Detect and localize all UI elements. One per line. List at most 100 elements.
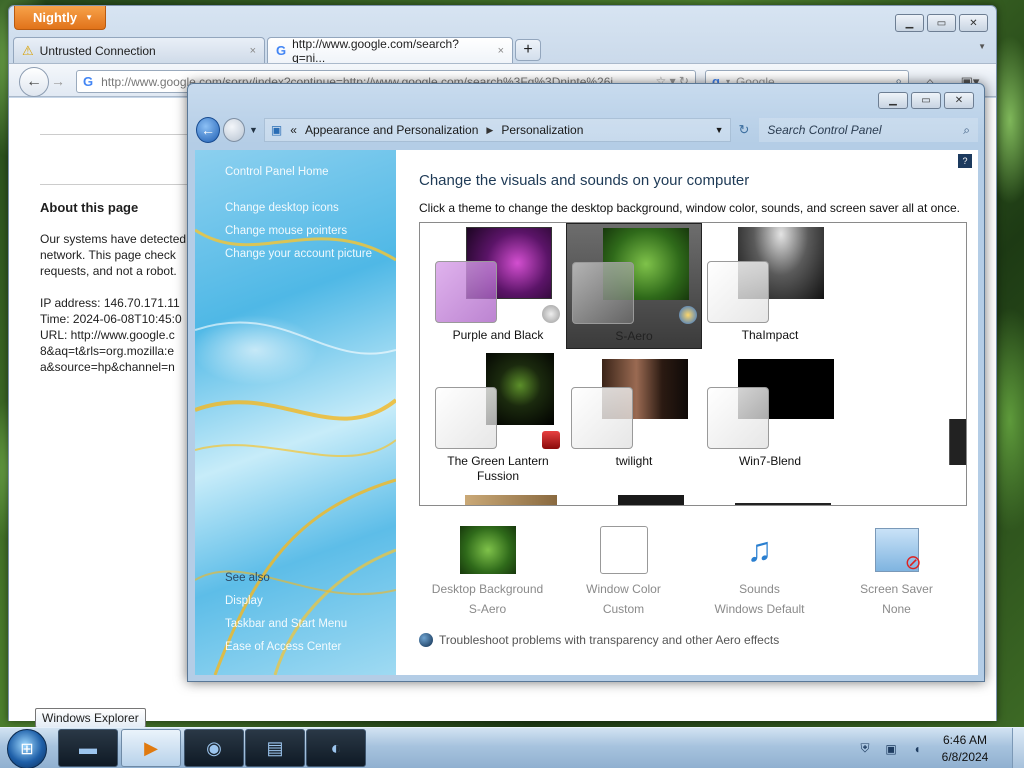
theme-label: Win7-Blend bbox=[738, 454, 802, 468]
google-icon: G bbox=[276, 43, 287, 58]
forward-arrow-icon[interactable]: → bbox=[51, 73, 65, 89]
tab-google-search[interactable]: G http://www.google.com/search?q=ni... × bbox=[267, 36, 513, 65]
control-panel-icon: ▣ bbox=[270, 123, 283, 137]
tab-strip: ⚠ Untrusted Connection × G http://www.go… bbox=[13, 36, 541, 65]
theme-glass-swatch bbox=[707, 261, 769, 323]
theme-label: Purple and Black bbox=[452, 328, 544, 342]
theme-s-aero[interactable]: S-Aero bbox=[566, 223, 702, 349]
nightly-menu-button[interactable]: Nightly ▼ bbox=[14, 6, 106, 30]
taskbar-app-terminal[interactable]: ▬ bbox=[58, 729, 118, 767]
help-icon[interactable]: ? bbox=[958, 154, 972, 168]
troubleshoot-link[interactable]: Troubleshoot problems with transparency … bbox=[419, 633, 779, 647]
back-arrow-icon[interactable]: ← bbox=[19, 67, 49, 97]
tab-untrusted-connection[interactable]: ⚠ Untrusted Connection × bbox=[13, 37, 265, 63]
theme-label: ThaImpact bbox=[741, 328, 799, 342]
theme-preview-partial bbox=[618, 495, 684, 505]
breadcrumb-separator-icon: ▶ bbox=[486, 124, 494, 135]
setting-value: Windows Default bbox=[714, 602, 805, 616]
theme-thaimpact[interactable]: ThaImpact bbox=[702, 223, 838, 349]
theme-preview-partial bbox=[735, 503, 831, 505]
tab-list-icon[interactable]: ▼ bbox=[978, 42, 986, 51]
breadcrumb-dropdown-icon[interactable]: ▼ bbox=[715, 125, 724, 135]
theme-glass-swatch bbox=[572, 262, 634, 324]
start-button[interactable]: ⊞ bbox=[7, 729, 47, 768]
see-also-heading: See also bbox=[225, 572, 270, 584]
taskbar: ⊞ ▬ ▶ ◉ ▤ ◐ ⛨ ▣ ◖ 6:46 AM 6/8/2024 bbox=[0, 727, 1024, 768]
minimize-button[interactable]: ▁ bbox=[878, 92, 908, 109]
windows-badge-icon bbox=[679, 306, 697, 324]
refresh-icon[interactable]: ↻ bbox=[739, 122, 750, 138]
sidebar-link-account-picture[interactable]: Change your account picture bbox=[225, 248, 372, 260]
search-icon[interactable]: ⌕ bbox=[963, 123, 970, 138]
control-panel-window: ▁ ▭ ✕ ← ▼ ▣ « Appearance and Personaliza… bbox=[187, 83, 985, 682]
breadcrumb-prefix[interactable]: « bbox=[290, 123, 297, 137]
system-clock[interactable]: 6:46 AM 6/8/2024 bbox=[934, 732, 996, 766]
search-control-panel-input[interactable]: Search Control Panel ⌕ bbox=[759, 118, 978, 142]
caret-down-icon: ▼ bbox=[85, 13, 93, 22]
theme-twilight[interactable]: twilight bbox=[566, 349, 702, 475]
theme-preview-partial bbox=[465, 495, 557, 505]
window-color-setting[interactable]: Window Color Custom bbox=[555, 524, 692, 616]
see-also-link-display[interactable]: Display bbox=[225, 595, 263, 607]
maximize-button[interactable]: ▭ bbox=[911, 92, 941, 109]
address-bar: ← ▼ ▣ « Appearance and Personalization ▶… bbox=[196, 114, 978, 146]
theme-win7-blend[interactable]: Win7-Blend bbox=[702, 349, 838, 475]
search-placeholder: Search Control Panel bbox=[767, 123, 882, 137]
sidebar-link-control-panel-home[interactable]: Control Panel Home bbox=[225, 166, 329, 178]
tab-title: http://www.google.com/search?q=ni... bbox=[292, 36, 459, 65]
taskbar-app-media[interactable]: ◐ bbox=[306, 729, 366, 767]
close-button[interactable]: ✕ bbox=[959, 14, 988, 32]
new-tab-button[interactable]: + bbox=[515, 39, 541, 61]
tab-close-icon[interactable]: × bbox=[250, 45, 256, 57]
minimize-button[interactable]: ▁ bbox=[895, 14, 924, 32]
sounds-setting[interactable]: ♫ Sounds Windows Default bbox=[691, 524, 828, 617]
cp-window-controls: ▁ ▭ ✕ bbox=[878, 92, 974, 109]
screen-saver-icon: ⊘ bbox=[874, 528, 922, 574]
history-dropdown-icon[interactable]: ▼ bbox=[249, 125, 258, 135]
forward-arrow-icon[interactable] bbox=[222, 118, 245, 142]
volume-icon[interactable]: ◖ bbox=[908, 740, 926, 758]
troubleshoot-label: Troubleshoot problems with transparency … bbox=[439, 633, 780, 647]
warning-icon: ⚠ bbox=[22, 42, 34, 58]
setting-title: Sounds bbox=[739, 582, 780, 596]
back-arrow-icon[interactable]: ← bbox=[196, 117, 220, 143]
theme-glass-swatch bbox=[571, 387, 633, 449]
taskbar-app-windows-explorer[interactable]: ▶ bbox=[121, 729, 181, 767]
network-icon[interactable]: ▣ bbox=[882, 740, 900, 758]
window-color-swatch bbox=[599, 526, 648, 574]
setting-title: Window Color bbox=[586, 582, 661, 596]
desktop-background-thumbnail bbox=[459, 526, 516, 574]
theme-green-lantern-fussion[interactable]: The Green Lantern Fussion bbox=[430, 349, 566, 483]
taskbar-app-firefox[interactable]: ◉ bbox=[184, 729, 244, 767]
theme-badge-icon bbox=[542, 305, 560, 323]
taskbar-tooltip: Windows Explorer bbox=[35, 708, 146, 728]
sidebar-link-mouse-pointers[interactable]: Change mouse pointers bbox=[225, 225, 347, 237]
clock-time: 6:46 AM bbox=[942, 732, 988, 747]
theme-glass-swatch bbox=[435, 387, 497, 449]
sidebar-link-desktop-icons[interactable]: Change desktop icons bbox=[225, 202, 339, 214]
firefox-window-controls: ▁ ▭ ✕ bbox=[895, 14, 988, 32]
divider bbox=[40, 184, 200, 185]
screen-saver-setting[interactable]: ⊘ Screen Saver None bbox=[828, 524, 965, 616]
theme-label: The Green Lantern Fussion bbox=[447, 454, 549, 483]
music-notes-icon: ♫ bbox=[746, 530, 773, 569]
shield-icon[interactable]: ⛨ bbox=[856, 740, 874, 758]
theme-list-scrollbar[interactable] bbox=[949, 419, 966, 465]
theme-purple-and-black[interactable]: Purple and Black bbox=[430, 223, 566, 349]
breadcrumb-item-personalization[interactable]: Personalization bbox=[501, 123, 583, 137]
breadcrumb-item-appearance[interactable]: Appearance and Personalization bbox=[305, 123, 478, 137]
breadcrumb[interactable]: ▣ « Appearance and Personalization ▶ Per… bbox=[263, 118, 731, 142]
show-desktop-button[interactable] bbox=[1012, 728, 1024, 768]
see-also-link-ease-of-access[interactable]: Ease of Access Center bbox=[225, 641, 341, 653]
theme-label: S-Aero bbox=[615, 329, 653, 343]
clock-date: 6/8/2024 bbox=[941, 749, 989, 764]
tab-close-icon[interactable]: × bbox=[498, 45, 504, 57]
theme-glass-swatch bbox=[707, 387, 769, 449]
see-also-link-taskbar[interactable]: Taskbar and Start Menu bbox=[225, 618, 347, 630]
theme-settings-row: Desktop Background S-Aero Window Color C… bbox=[419, 524, 979, 624]
desktop-background-setting[interactable]: Desktop Background S-Aero bbox=[419, 524, 556, 616]
theme-badge-icon bbox=[542, 431, 560, 449]
maximize-button[interactable]: ▭ bbox=[927, 14, 956, 32]
close-button[interactable]: ✕ bbox=[944, 92, 974, 109]
taskbar-app-control-panel[interactable]: ▤ bbox=[245, 729, 305, 767]
